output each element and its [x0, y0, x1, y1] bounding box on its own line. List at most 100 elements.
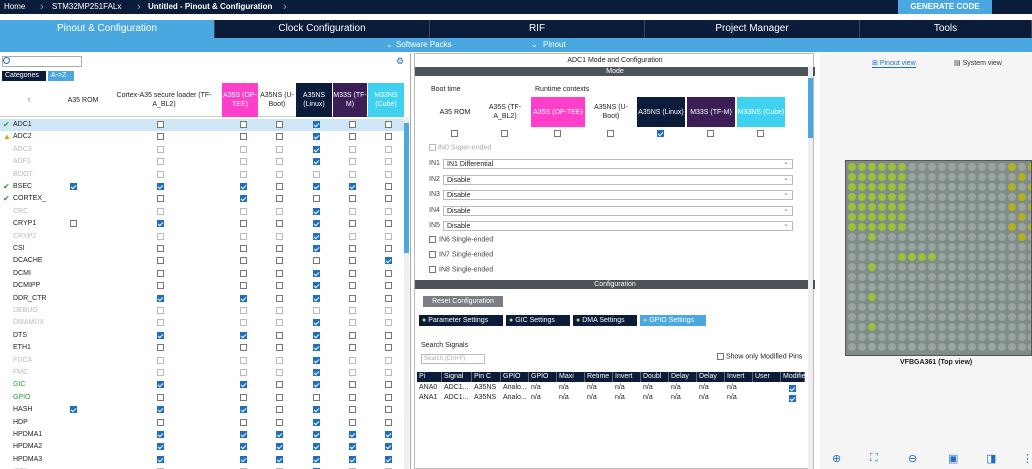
pin[interactable] [878, 253, 886, 261]
pin[interactable] [938, 263, 946, 271]
context-checkbox[interactable] [240, 331, 247, 339]
pin[interactable] [868, 343, 876, 351]
context-checkbox[interactable] [313, 393, 320, 401]
pin[interactable] [928, 323, 936, 331]
pin[interactable] [998, 273, 1006, 281]
pin[interactable] [948, 203, 956, 211]
pin[interactable] [948, 343, 956, 351]
pin[interactable] [918, 233, 926, 241]
pin[interactable] [858, 253, 866, 261]
pin[interactable] [898, 183, 906, 191]
pin[interactable] [958, 323, 966, 331]
context-checkbox[interactable] [349, 344, 356, 352]
context-checkbox[interactable] [276, 307, 283, 314]
pin[interactable] [848, 233, 856, 241]
list-item[interactable]: DDR_CTR [0, 293, 404, 305]
pin[interactable] [928, 173, 936, 181]
pin[interactable] [948, 213, 956, 221]
pin[interactable] [858, 343, 866, 351]
pin[interactable] [878, 283, 886, 291]
context-checkbox[interactable] [70, 220, 77, 228]
pin[interactable] [898, 313, 906, 321]
context-checkbox[interactable] [276, 158, 283, 166]
context-checkbox[interactable] [240, 269, 247, 277]
table-cell[interactable]: Analo... [501, 383, 529, 393]
pin[interactable] [938, 333, 946, 341]
pin[interactable] [888, 263, 896, 271]
pin[interactable] [888, 163, 896, 171]
context-checkbox[interactable] [276, 455, 283, 463]
context-checkbox[interactable] [313, 381, 320, 389]
pin[interactable] [958, 253, 966, 261]
pin[interactable] [858, 193, 866, 201]
pin[interactable] [968, 193, 976, 201]
table-cell[interactable]: n/a [585, 393, 613, 403]
pin[interactable] [898, 203, 906, 211]
context-checkbox[interactable] [240, 443, 247, 451]
pin[interactable] [848, 333, 856, 341]
context-checkbox[interactable] [157, 183, 164, 190]
pin[interactable] [958, 333, 966, 341]
pin[interactable] [938, 323, 946, 331]
context-checkbox[interactable] [313, 443, 320, 451]
pin[interactable] [938, 273, 946, 281]
context-checkbox[interactable] [349, 455, 356, 463]
pin[interactable] [958, 183, 966, 191]
list-item[interactable]: ✔ ADC1 [0, 119, 404, 132]
context-checkbox[interactable] [385, 257, 392, 265]
pin[interactable] [998, 263, 1006, 271]
context-checkbox[interactable] [157, 294, 164, 302]
pin[interactable] [1028, 293, 1031, 301]
table-cell[interactable]: n/a [585, 383, 613, 393]
context-checkbox[interactable] [157, 344, 164, 352]
list-item[interactable]: ▲ ADC2 [0, 131, 404, 143]
pin[interactable] [898, 273, 906, 281]
list-item[interactable]: CRYP1 [0, 218, 404, 230]
context-checkbox[interactable] [349, 121, 356, 128]
pin[interactable] [958, 313, 966, 321]
context-checkbox[interactable] [313, 294, 320, 302]
context-checkbox[interactable] [276, 170, 283, 178]
pin[interactable] [1028, 213, 1031, 221]
context-checkbox[interactable] [276, 431, 283, 438]
context-checkbox[interactable] [313, 170, 320, 178]
pin[interactable] [898, 173, 906, 181]
software-packs-menu[interactable]: Software Packs [396, 40, 452, 49]
pin[interactable] [908, 293, 916, 301]
pin[interactable] [868, 203, 876, 211]
context-checkbox[interactable] [385, 455, 392, 463]
zoom-out-icon[interactable]: ⊖ [908, 452, 917, 465]
tab-gpio-settings[interactable]: GPIO Settings [640, 315, 706, 326]
table-cell[interactable] [753, 393, 781, 403]
pin[interactable] [968, 233, 976, 241]
pin[interactable] [898, 243, 906, 251]
pin[interactable] [878, 223, 886, 231]
list-item[interactable]: DCACHE [0, 255, 404, 267]
pin[interactable] [998, 193, 1006, 201]
pin[interactable] [998, 233, 1006, 241]
tab-project-manager[interactable]: Project Manager [645, 20, 860, 38]
pin[interactable] [958, 233, 966, 241]
pin[interactable] [978, 233, 986, 241]
context-checkbox[interactable] [157, 158, 164, 166]
pin[interactable] [908, 323, 916, 331]
table-header[interactable]: Signal [442, 372, 472, 382]
pin[interactable] [918, 313, 926, 321]
context-checkbox[interactable] [385, 393, 392, 401]
pin[interactable] [1028, 263, 1031, 271]
pin[interactable] [898, 263, 906, 271]
pin[interactable] [978, 163, 986, 171]
pin[interactable] [938, 243, 946, 251]
context-checkbox[interactable] [276, 406, 283, 414]
context-checkbox[interactable] [157, 269, 164, 277]
pin[interactable] [938, 193, 946, 201]
pin[interactable] [968, 283, 976, 291]
mode-checkbox-row[interactable]: IN7 Single-ended [429, 251, 493, 258]
context-checkbox[interactable] [385, 307, 392, 314]
context-checkbox[interactable] [385, 269, 392, 277]
pin[interactable] [978, 293, 986, 301]
context-checkbox[interactable] [276, 344, 283, 352]
pin[interactable] [948, 333, 956, 341]
pin[interactable] [898, 333, 906, 341]
context-checkbox[interactable] [157, 307, 164, 314]
